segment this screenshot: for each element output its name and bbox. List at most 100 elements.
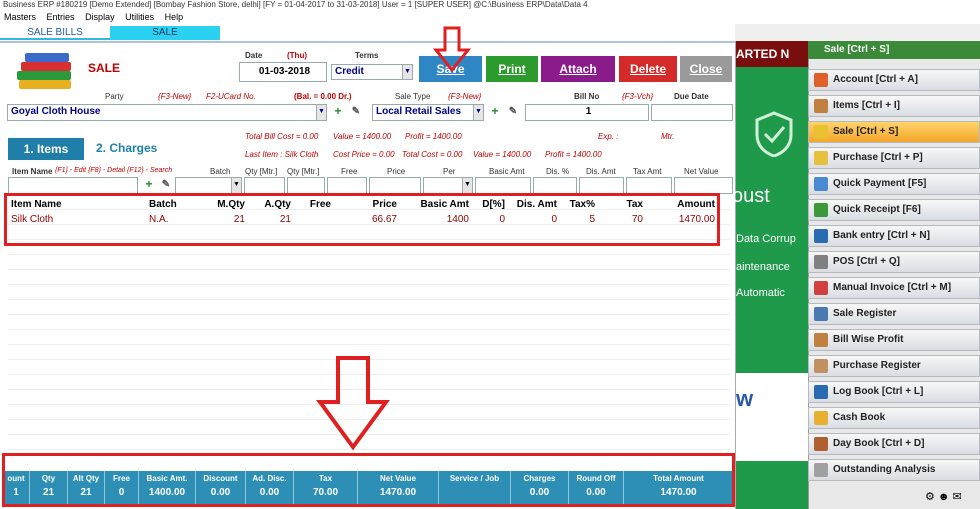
free-input[interactable] xyxy=(327,177,367,194)
shortcut-item[interactable]: Log Book [Ctrl + L] xyxy=(808,381,980,403)
advert-green-block: oust Data Corrup aintenance Automatic xyxy=(732,67,809,373)
edit-party-icon[interactable]: ✎ xyxy=(349,105,363,119)
shortcut-item[interactable]: Sale Register xyxy=(808,303,980,325)
entry-dis-pct-label: Dis. % xyxy=(546,167,570,176)
entry-price-label: Price xyxy=(387,167,406,176)
bill-no-label: Bill No xyxy=(574,92,600,101)
edit-item-icon[interactable]: ✎ xyxy=(159,178,173,192)
close-button[interactable]: Close xyxy=(680,56,732,82)
net-value-input[interactable] xyxy=(674,177,733,194)
add-item-icon[interactable]: + xyxy=(142,178,156,192)
chevron-down-icon[interactable]: ▼ xyxy=(462,178,472,193)
per-select[interactable]: ▼ xyxy=(423,177,473,194)
sale-type-select[interactable]: Local Retail Sales ▼ xyxy=(372,104,484,121)
add-sale-type-icon[interactable]: + xyxy=(488,105,502,119)
shortcut-item[interactable]: Purchase Register xyxy=(808,355,980,377)
summary-profit: Profit = 1400.00 xyxy=(405,132,462,141)
shortcut-item[interactable]: Manual Invoice [Ctrl + M] xyxy=(808,277,980,299)
menu-entries[interactable]: Entries xyxy=(47,12,75,22)
account-icon xyxy=(814,73,828,87)
shortcut-item-label: Log Book [Ctrl + L] xyxy=(833,386,924,397)
shortcut-item[interactable]: Items [Ctrl + I] xyxy=(808,95,980,117)
menu-display[interactable]: Display xyxy=(85,12,115,22)
delete-button[interactable]: Delete xyxy=(619,56,677,82)
add-party-icon[interactable]: + xyxy=(331,105,345,119)
shortcut-item[interactable]: Purchase [Ctrl + P] xyxy=(808,147,980,169)
batch-select[interactable]: ▼ xyxy=(175,177,242,194)
logbook-icon xyxy=(814,385,828,399)
item-name-input[interactable] xyxy=(8,177,138,194)
footer-highlight-box xyxy=(2,453,735,507)
shortcut-item[interactable]: Bank entry [Ctrl + N] xyxy=(808,225,980,247)
tab-strip: SALE BILLS SALE xyxy=(0,24,735,41)
basic-amt-input[interactable] xyxy=(475,177,531,194)
entry-dis-amt-label: Dis. Amt xyxy=(586,167,616,176)
entry-qty2-label: Qty [Mtr.] xyxy=(287,167,320,176)
subtab-charges[interactable]: 2. Charges xyxy=(96,141,157,155)
party-select[interactable]: Goyal Cloth House ▼ xyxy=(7,104,327,121)
menu-utilities[interactable]: Utilities xyxy=(125,12,154,22)
date-label: Date xyxy=(245,51,263,60)
last-profit: Profit = 1400.00 xyxy=(545,150,602,159)
shortcut-panel-title: Sale [Ctrl + S] xyxy=(808,41,980,59)
shortcut-item[interactable]: Account [Ctrl + A] xyxy=(808,69,980,91)
menu-bar: Masters Entries Display Utilities Help xyxy=(0,10,980,24)
panel-footer-icons[interactable]: ⚙ ☻ ✉ xyxy=(925,490,975,504)
chevron-down-icon[interactable]: ▼ xyxy=(231,178,241,193)
tab-sale-bills[interactable]: SALE BILLS xyxy=(0,26,110,40)
sale-type-value: Local Retail Sales xyxy=(376,106,462,117)
shortcut-item[interactable]: Sale [Ctrl + S] xyxy=(808,121,980,143)
dis-pct-input[interactable] xyxy=(533,177,577,194)
advert-panel: ARTED N oust Data Corrup aintenance Auto… xyxy=(732,41,809,509)
chevron-down-icon[interactable]: ▼ xyxy=(402,65,412,79)
bill-no-hint: {F3-Vch} xyxy=(622,92,654,101)
date-field[interactable]: 01-03-2018 xyxy=(239,62,327,82)
shortcut-item[interactable]: Cash Book xyxy=(808,407,980,429)
shortcut-item-label: Sale Register xyxy=(833,308,897,319)
advert-line4: Automatic xyxy=(736,287,785,299)
entry-free-label: Free xyxy=(341,167,358,176)
menu-help[interactable]: Help xyxy=(165,12,184,22)
sale-icon xyxy=(814,125,828,139)
advert-banner: ARTED N xyxy=(736,41,809,67)
shortcut-item-label: Bank entry [Ctrl + N] xyxy=(833,230,930,241)
edit-sale-type-icon[interactable]: ✎ xyxy=(506,105,520,119)
shortcut-item[interactable]: Quick Receipt [F6] xyxy=(808,199,980,221)
attach-button[interactable]: Attach xyxy=(541,56,615,82)
shortcut-item-label: Items [Ctrl + I] xyxy=(833,100,900,111)
chevron-down-icon[interactable]: ▼ xyxy=(316,105,326,120)
bill-no-field[interactable]: 1 xyxy=(525,104,649,121)
alt-qty-input[interactable] xyxy=(287,177,325,194)
invoice-icon xyxy=(814,281,828,295)
form-heading: SALE xyxy=(88,61,121,75)
advert-line2: Data Corrup xyxy=(736,233,796,245)
analysis-icon xyxy=(814,463,828,477)
window-title: Business ERP #180219 [Demo Extended] [Bo… xyxy=(0,0,980,10)
entry-basic-amt-label: Basic Amt xyxy=(489,167,525,176)
subtab-items[interactable]: 1. Items xyxy=(8,138,84,160)
chevron-down-icon[interactable]: ▼ xyxy=(473,105,483,120)
shortcut-item[interactable]: Outstanding Analysis xyxy=(808,459,980,481)
print-button[interactable]: Print xyxy=(486,56,538,82)
shortcut-item[interactable]: Quick Payment [F5] xyxy=(808,173,980,195)
menu-masters[interactable]: Masters xyxy=(4,12,36,22)
shortcut-item[interactable]: Day Book [Ctrl + D] xyxy=(808,433,980,455)
qty-input[interactable] xyxy=(244,177,285,194)
due-date-field[interactable] xyxy=(651,104,733,121)
shortcut-item[interactable]: POS [Ctrl + Q] xyxy=(808,251,980,273)
shortcut-item[interactable]: Bill Wise Profit xyxy=(808,329,980,351)
tab-sale[interactable]: SALE xyxy=(110,26,220,40)
price-input[interactable] xyxy=(369,177,421,194)
terms-select[interactable]: Credit ▼ xyxy=(331,64,413,80)
entry-per-label: Per xyxy=(443,167,456,176)
tax-amt-input[interactable] xyxy=(626,177,672,194)
dis-amt-input[interactable] xyxy=(579,177,624,194)
party-value: Goyal Cloth House xyxy=(11,106,101,117)
mtr-label: Mtr. xyxy=(661,132,675,141)
bank-icon xyxy=(814,229,828,243)
shortcut-item-label: Quick Payment [F5] xyxy=(833,178,927,189)
due-date-label: Due Date xyxy=(674,92,709,101)
shield-icon xyxy=(755,111,793,157)
total-cost: Total Cost = 0.00 xyxy=(402,150,463,159)
entry-item-name-label: Item Name xyxy=(12,167,53,176)
